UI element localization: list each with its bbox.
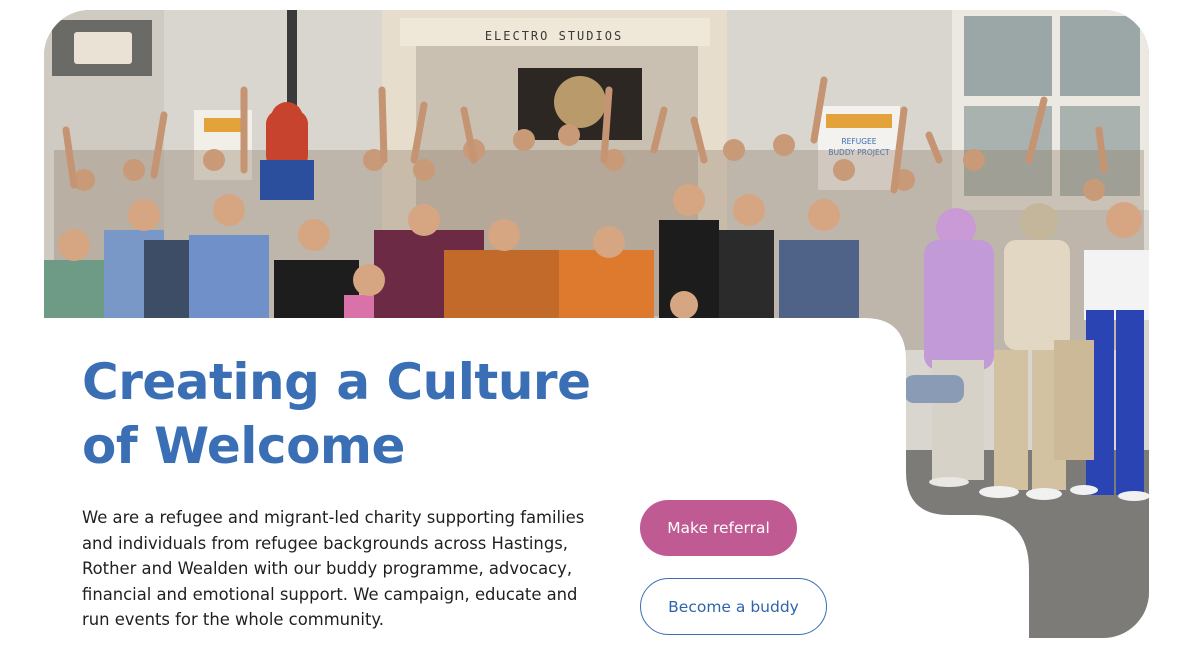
svg-text:REFUGEE: REFUGEE bbox=[841, 137, 876, 146]
page-title: Creating a Culture of Welcome bbox=[82, 353, 591, 475]
make-referral-button[interactable]: Make referral bbox=[640, 500, 797, 556]
building-sign: ELECTRO STUDIOS bbox=[485, 29, 623, 43]
hero-description: We are a refugee and migrant-led charity… bbox=[82, 508, 585, 629]
become-buddy-button[interactable]: Become a buddy bbox=[640, 578, 827, 635]
